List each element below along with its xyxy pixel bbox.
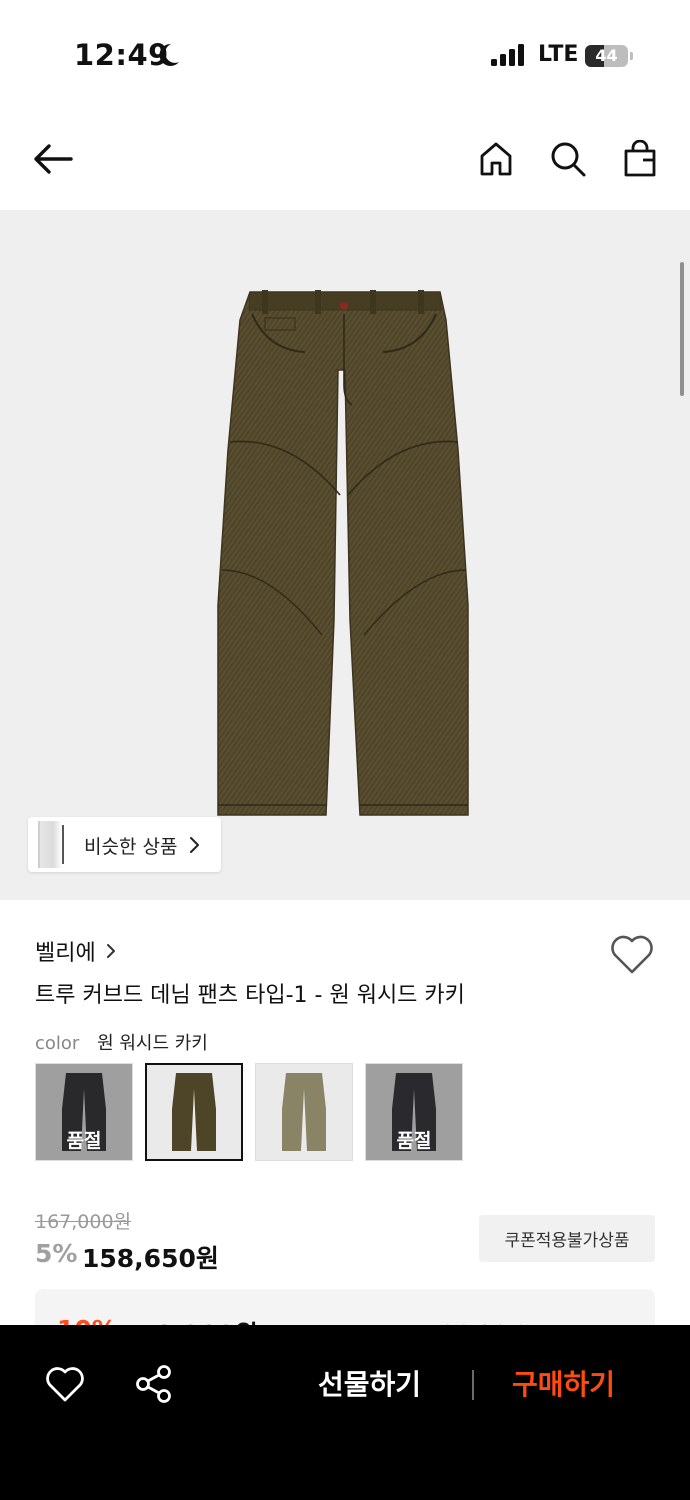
discount-rate: 5%	[35, 1239, 78, 1268]
back-button[interactable]	[30, 136, 76, 182]
home-icon	[480, 142, 512, 176]
divider	[472, 1370, 474, 1400]
color-swatch[interactable]: 품절	[365, 1063, 463, 1161]
coupon-unavailable-badge: 쿠폰적용불가상품	[479, 1215, 655, 1262]
color-label: color	[35, 1033, 80, 1054]
chevron-right-icon	[190, 837, 199, 853]
cart-button[interactable]	[617, 136, 663, 182]
color-swatch[interactable]	[255, 1063, 353, 1161]
product-title: 트루 커브드 데님 팬츠 타입-1 - 원 워시드 카키	[35, 983, 465, 1008]
similar-products-button[interactable]: 비슷한 상품	[28, 817, 221, 872]
color-swatches: 품절 품절	[35, 1063, 463, 1161]
home-button[interactable]	[473, 136, 519, 182]
search-icon	[551, 142, 586, 177]
cellular-signal-icon	[491, 44, 524, 66]
network-type: LTE	[538, 42, 579, 67]
product-image[interactable]	[0, 210, 690, 900]
top-nav	[0, 120, 690, 198]
swatch-pants-image	[282, 1073, 326, 1151]
selected-color-value: 원 워시드 카키	[97, 1033, 208, 1054]
wishlist-heart-icon[interactable]	[44, 1364, 86, 1404]
product-photo-pants	[217, 290, 469, 816]
search-button[interactable]	[545, 136, 591, 182]
buy-button[interactable]: 구매하기	[512, 1363, 615, 1403]
status-time: 12:49	[74, 38, 169, 72]
wishlist-heart-icon[interactable]	[608, 932, 656, 976]
color-row: color 원 워시드 카키	[35, 1029, 208, 1055]
brand-name: 벨리에	[35, 941, 96, 966]
image-scroll-indicator	[680, 262, 684, 396]
battery-level: 44	[595, 46, 618, 65]
original-price: 167,000원	[35, 1211, 132, 1233]
color-swatch[interactable]: 품절	[35, 1063, 133, 1161]
gift-button[interactable]: 선물하기	[318, 1363, 421, 1403]
back-arrow-icon	[34, 144, 73, 174]
status-bar: 12:49 LTE 44	[0, 0, 690, 110]
brand-link[interactable]: 벨리에	[35, 935, 116, 967]
sale-price: 158,650원	[82, 1244, 219, 1273]
similar-products-label: 비슷한 상품	[84, 836, 178, 858]
soldout-label: 품절	[396, 1130, 432, 1152]
share-icon[interactable]	[133, 1363, 175, 1405]
swatch-pants-image	[172, 1073, 216, 1151]
chevron-right-icon	[106, 944, 115, 958]
soldout-label: 품절	[66, 1130, 102, 1152]
shopping-bag-icon	[624, 140, 656, 177]
battery-icon: 44	[585, 45, 633, 67]
bottom-action-bar: 선물하기 구매하기	[0, 1325, 690, 1500]
similar-product-thumbnail	[38, 821, 64, 868]
moon-icon	[157, 42, 181, 72]
color-swatch-selected[interactable]	[145, 1063, 243, 1161]
